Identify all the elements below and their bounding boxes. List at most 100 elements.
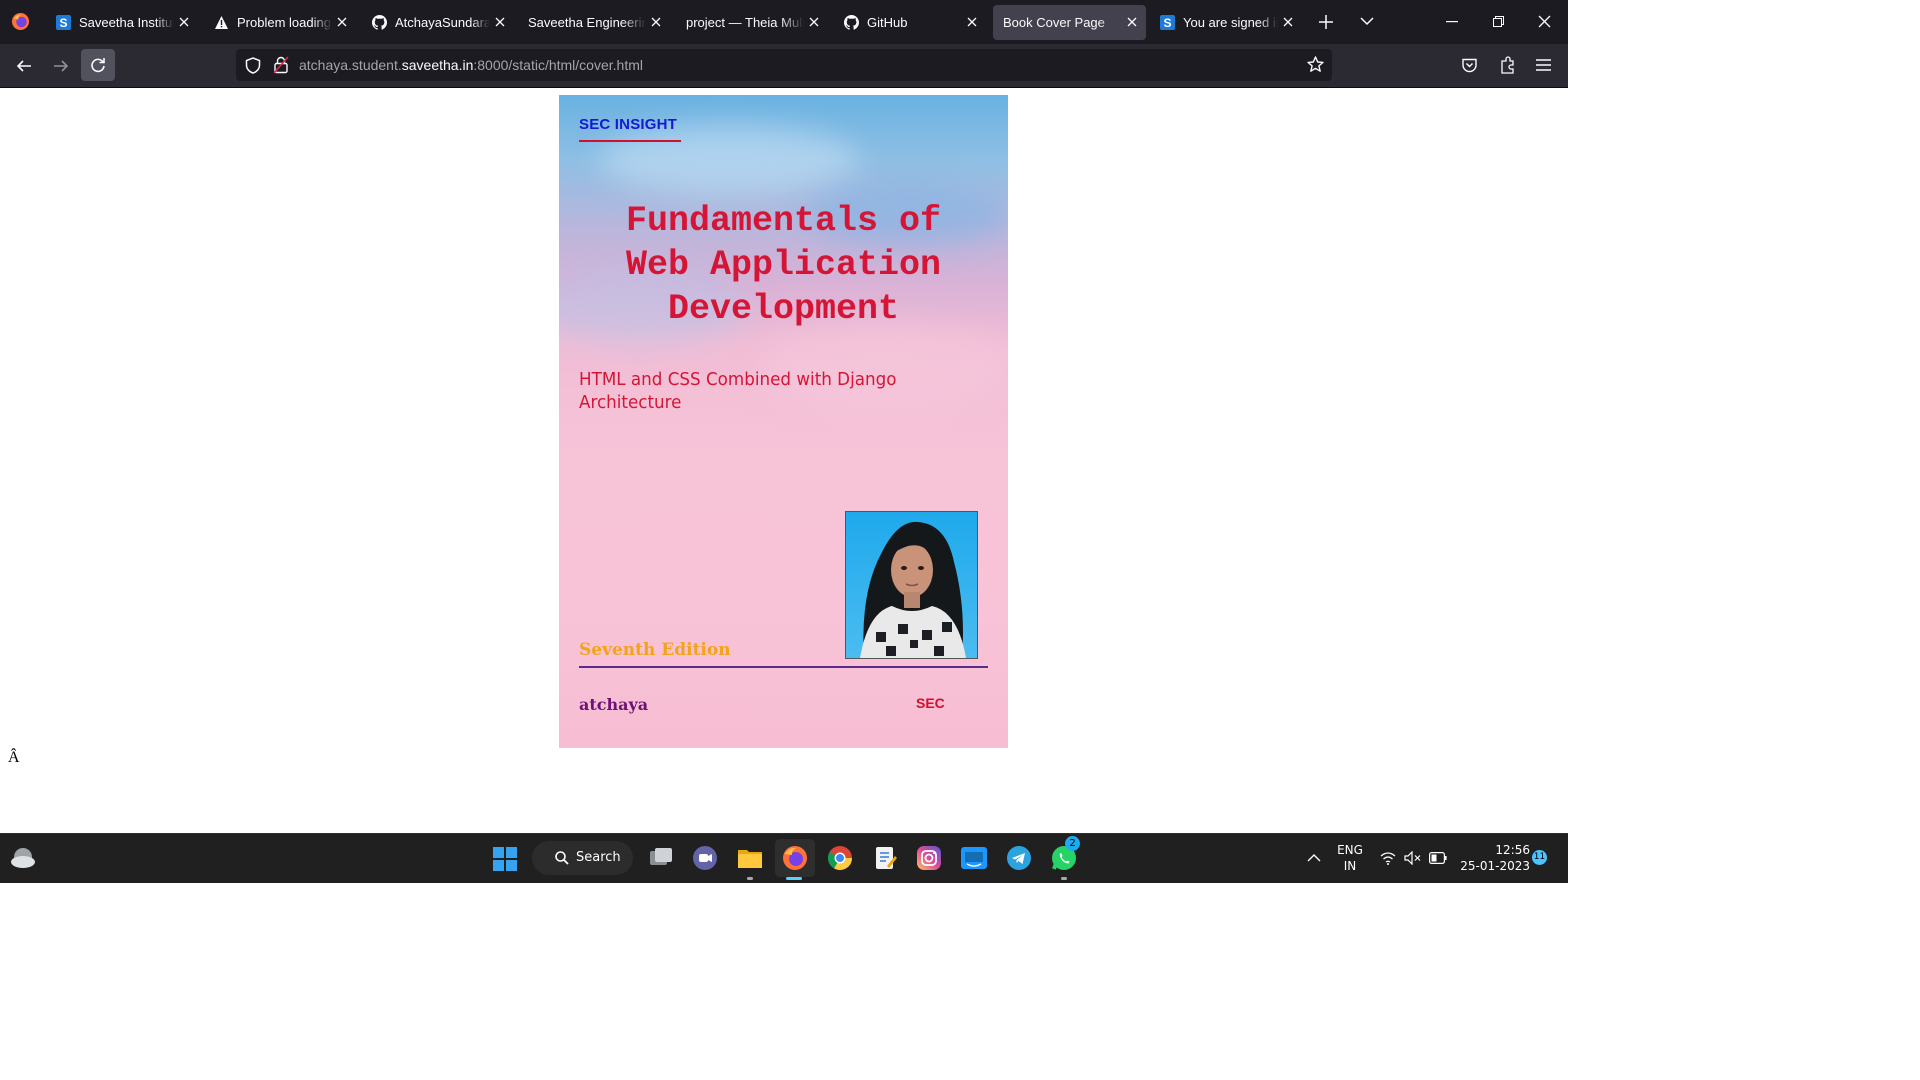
edition-label: Seventh Edition <box>579 640 731 660</box>
language-code: ENG <box>1337 843 1363 857</box>
github-icon <box>844 15 859 30</box>
tab-title: Saveetha Engineering C <box>528 15 646 30</box>
running-indicator <box>747 877 753 880</box>
file-explorer-icon[interactable] <box>736 844 764 872</box>
close-icon[interactable] <box>650 16 662 28</box>
taskbar-firefox-button[interactable] <box>775 839 815 877</box>
page-viewport: SEC INSIGHT Fundamentals of Web Applicat… <box>0 88 1568 833</box>
brand-name: SEC INSIGHT <box>579 116 678 133</box>
notification-count-badge[interactable]: 11 <box>1532 850 1547 865</box>
list-all-tabs-chevron-icon[interactable] <box>1360 16 1374 26</box>
new-tab-icon[interactable] <box>1318 14 1334 30</box>
wifi-icon[interactable] <box>1380 851 1396 865</box>
clock-time: 12:56 <box>1495 843 1530 857</box>
book-title-line: Web Application <box>625 245 942 285</box>
windows-taskbar: Search 2 ENG IN 12:56 25-01-2023 11 <box>0 833 1568 883</box>
book-title-line: Development <box>667 289 900 329</box>
tab-title: AtchayaSundaram <box>395 15 490 30</box>
prime-video-icon[interactable] <box>960 844 988 872</box>
author-photo <box>845 511 978 659</box>
tab-title: Problem loading page <box>237 15 332 30</box>
insecure-lock-icon[interactable] <box>273 56 289 74</box>
weather-cloud-icon[interactable] <box>10 846 37 870</box>
back-arrow-icon[interactable] <box>16 58 32 74</box>
bookmark-star-icon[interactable] <box>1307 56 1324 73</box>
instagram-icon[interactable] <box>915 844 943 872</box>
windows-start-icon[interactable] <box>493 847 517 871</box>
tab-book-cover-page[interactable]: Book Cover Page <box>993 5 1146 40</box>
input-language-indicator[interactable]: ENG IN <box>1333 842 1367 874</box>
clock[interactable]: 12:56 25-01-2023 <box>1455 842 1530 874</box>
forward-arrow-icon[interactable] <box>53 58 69 74</box>
chrome-icon[interactable] <box>826 844 854 872</box>
svg-text:S: S <box>59 16 67 30</box>
search-icon <box>555 851 569 865</box>
url-text[interactable]: atchaya.student.saveetha.in:8000/static/… <box>299 57 643 73</box>
window-close-icon[interactable] <box>1538 15 1551 28</box>
url-domain: saveetha.in <box>401 57 474 73</box>
telegram-icon[interactable] <box>1005 844 1033 872</box>
edition-divider <box>579 666 988 668</box>
saveetha-s-icon: S <box>56 15 71 30</box>
tab-title: Book Cover Page <box>1003 15 1105 30</box>
url-prefix: atchaya.student. <box>299 57 402 73</box>
region-code: IN <box>1343 859 1357 873</box>
close-icon[interactable] <box>1282 16 1294 28</box>
tab-github[interactable]: GitHub <box>834 5 986 40</box>
taskbar-search-button[interactable]: Search <box>532 841 633 875</box>
search-label: Search <box>576 850 621 865</box>
tab-atchayasundaram[interactable]: AtchayaSundaram <box>362 5 514 40</box>
clock-date: 25-01-2023 <box>1460 859 1530 873</box>
author-portrait-illustration <box>860 521 966 658</box>
warning-icon <box>215 16 228 29</box>
tab-project-theia[interactable]: project — Theia Multi- <box>676 5 828 40</box>
tab-title: GitHub <box>867 15 908 30</box>
volume-muted-icon[interactable] <box>1404 851 1422 865</box>
close-icon[interactable] <box>336 16 348 28</box>
minimize-icon[interactable] <box>1446 21 1458 23</box>
book-cover: SEC INSIGHT Fundamentals of Web Applicat… <box>559 95 1008 748</box>
running-indicator <box>1061 877 1067 880</box>
tab-problem-loading[interactable]: Problem loading page <box>204 5 356 40</box>
notes-app-icon[interactable] <box>871 844 899 872</box>
book-subtitle: HTML and CSS Combined with Django Archit… <box>579 368 951 414</box>
active-indicator <box>786 877 802 880</box>
github-icon <box>372 15 387 30</box>
close-icon[interactable] <box>966 16 978 28</box>
url-bar[interactable]: atchaya.student.saveetha.in:8000/static/… <box>236 49 1332 81</box>
close-icon[interactable] <box>1126 16 1138 28</box>
brand-underline <box>579 140 681 142</box>
reload-button[interactable] <box>81 49 115 81</box>
whatsapp-button[interactable]: 2 <box>1050 836 1080 872</box>
pocket-icon[interactable] <box>1461 57 1478 74</box>
publisher-name: SEC <box>916 695 945 711</box>
navigation-toolbar: atchaya.student.saveetha.in:8000/static/… <box>0 44 1568 88</box>
close-icon[interactable] <box>808 16 820 28</box>
book-title: Fundamentals of Web Application Developm… <box>581 199 986 331</box>
tab-saveetha-engineering[interactable]: Saveetha Engineering C <box>518 5 670 40</box>
tab-title: You are signed in as <box>1183 15 1278 30</box>
book-subtitle-line: Architecture <box>579 392 682 413</box>
stray-text: Â <box>8 749 20 766</box>
close-icon[interactable] <box>178 16 190 28</box>
firefox-menu-icon[interactable] <box>11 12 30 31</box>
task-view-icon[interactable] <box>647 844 675 872</box>
show-hidden-icons-chevron-icon[interactable] <box>1307 853 1321 862</box>
hamburger-menu-icon[interactable] <box>1536 59 1551 71</box>
svg-text:S: S <box>1163 16 1171 30</box>
restore-icon[interactable] <box>1493 16 1504 27</box>
tab-title: Saveetha Institute of <box>79 15 174 30</box>
tab-saveetha-institute[interactable]: S Saveetha Institute of <box>46 5 198 40</box>
battery-icon[interactable] <box>1429 852 1447 864</box>
extensions-puzzle-icon[interactable] <box>1499 56 1516 74</box>
tab-strip: S Saveetha Institute of Problem loading … <box>0 0 1568 44</box>
close-icon[interactable] <box>494 16 506 28</box>
tracking-protection-shield-icon[interactable] <box>245 57 261 74</box>
tab-title: project — Theia Multi- <box>686 15 804 30</box>
tab-signed-in[interactable]: S You are signed in as <box>1150 5 1302 40</box>
book-title-line: Fundamentals of <box>625 201 942 241</box>
teams-chat-icon[interactable] <box>691 844 719 872</box>
whatsapp-badge: 2 <box>1065 836 1080 851</box>
firefox-icon <box>783 846 807 870</box>
cloud-texture <box>599 125 859 195</box>
